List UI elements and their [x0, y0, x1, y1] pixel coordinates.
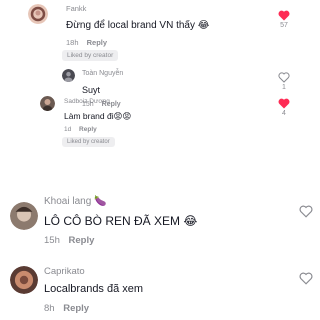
comment-text: Localbrands đã xem — [44, 283, 144, 295]
like-button[interactable] — [296, 272, 316, 285]
comment-text: LÔ CÔ BÒ REN ĐÃ XEM 😂 — [44, 214, 198, 228]
reply-button[interactable]: Reply — [79, 126, 97, 133]
avatar[interactable] — [62, 69, 75, 82]
like-count: 4 — [282, 110, 286, 117]
heart-outline-icon — [278, 72, 290, 83]
comment-author[interactable]: Sadboiz Dương — [64, 98, 110, 105]
comment-author[interactable]: Khoai lang 🍆 — [44, 196, 107, 207]
avatar[interactable] — [10, 202, 38, 230]
avatar[interactable] — [10, 266, 38, 294]
liked-by-creator-badge: Liked by creator — [62, 50, 119, 61]
heart-outline-icon — [299, 272, 313, 285]
heart-filled-icon — [278, 98, 290, 109]
like-button[interactable]: 4 — [274, 98, 294, 117]
comment-text: Suyt — [82, 85, 101, 95]
like-button[interactable]: 57 — [274, 10, 294, 29]
like-button[interactable] — [296, 205, 316, 218]
comment-author[interactable]: Caprikato — [44, 266, 85, 277]
comment-author[interactable]: Fankk — [66, 4, 86, 13]
comment-time: 18h — [66, 38, 79, 47]
like-count: 1 — [282, 84, 286, 91]
comment-meta: 18h Reply — [66, 38, 107, 47]
like-count: 57 — [280, 22, 288, 29]
comment-text: Đừng để local brand VN thấy 😂 — [66, 20, 210, 31]
comment-time: 15h — [44, 235, 60, 246]
reply-button[interactable]: Reply — [63, 303, 89, 314]
like-button[interactable]: 1 — [274, 72, 294, 91]
comment-time: 1d — [64, 126, 72, 133]
comment-meta: 15h Reply — [44, 235, 94, 246]
comment-meta: 1d Reply — [64, 126, 97, 133]
avatar[interactable] — [28, 4, 48, 24]
reply-button[interactable]: Reply — [69, 235, 95, 246]
heart-outline-icon — [299, 205, 313, 218]
avatar[interactable] — [40, 96, 55, 111]
comment-meta: 8h Reply — [44, 303, 89, 314]
comment-text: Làm brand đi😡😡 — [64, 111, 132, 121]
comment-time: 8h — [44, 303, 55, 314]
reply-button[interactable]: Reply — [87, 38, 107, 47]
heart-filled-icon — [278, 10, 290, 21]
liked-by-creator-badge: Liked by creator — [62, 137, 115, 147]
comment-author[interactable]: Toàn Nguyễn — [82, 70, 123, 77]
